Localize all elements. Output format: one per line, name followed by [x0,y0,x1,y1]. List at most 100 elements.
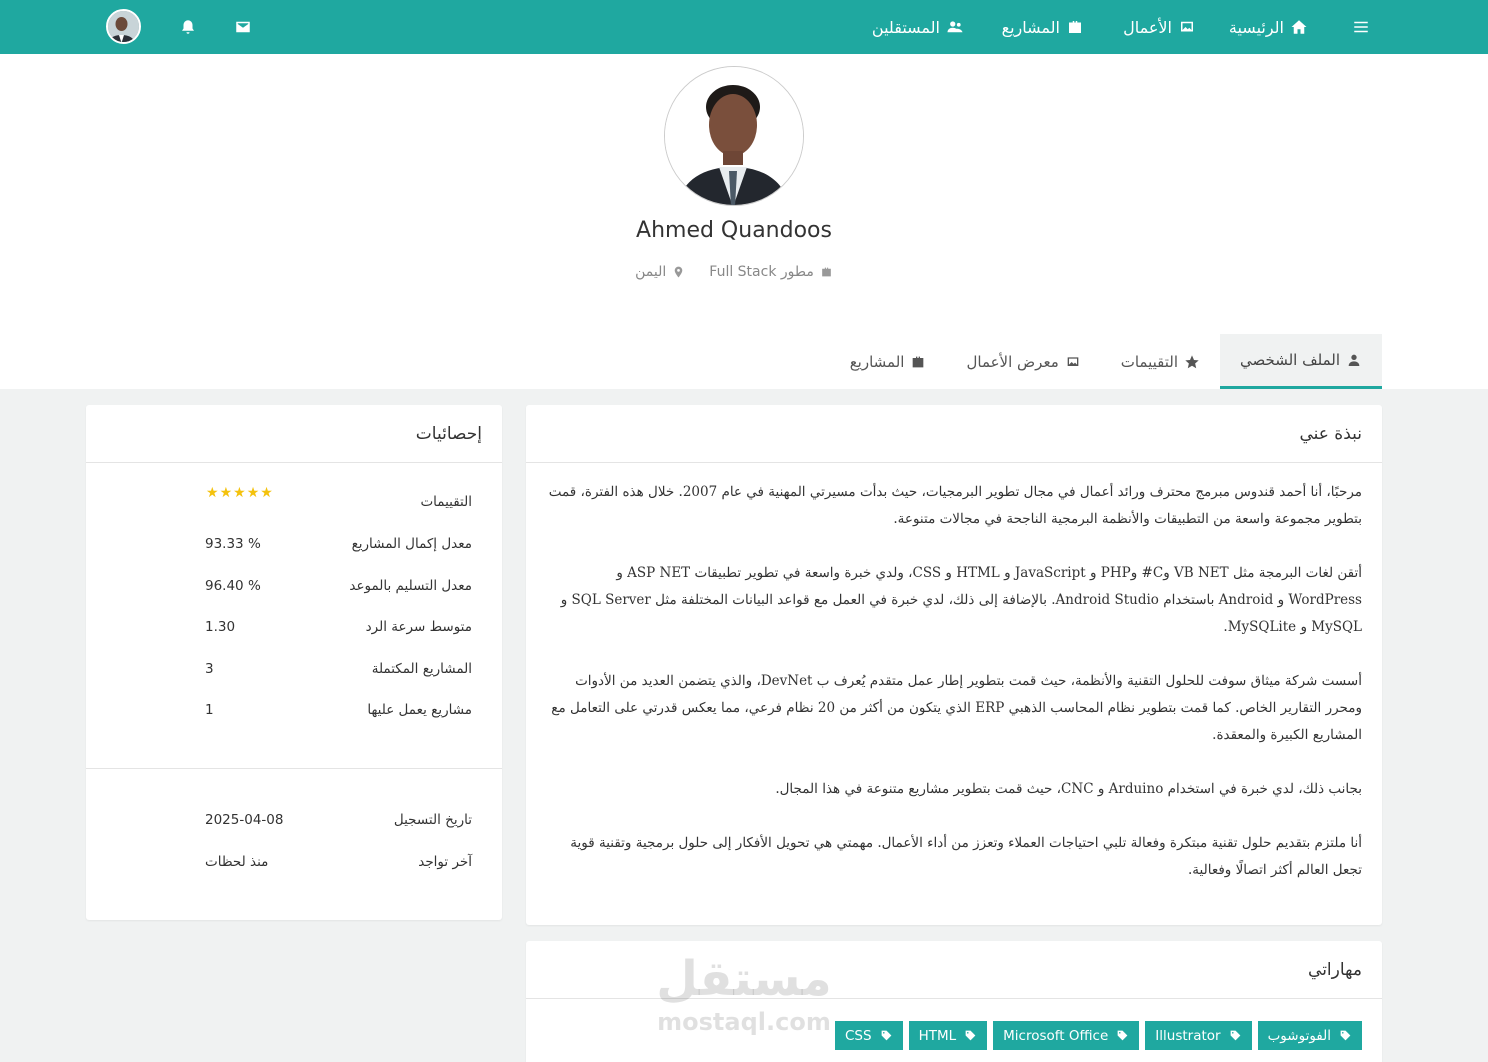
star-icon: ★ [260,485,274,501]
stat-last-seen: آخر تواجد منذ لحظات [205,854,472,874]
stats-title: إحصائيات [86,405,502,463]
notifications-button[interactable] [179,0,197,54]
tab-profile[interactable]: الملف الشخصي [1220,334,1382,389]
nav-projects[interactable]: المشاريع [1002,0,1084,54]
skill-label: CSS [845,1027,872,1044]
skill-tag[interactable]: CSS [835,1021,903,1050]
stat-row: معدل التسليم بالموعد 96.40 % [205,578,472,598]
tab-reviews[interactable]: التقييمات [1101,334,1220,389]
nav-portfolio-label: الأعمال [1123,17,1172,37]
skill-label: Illustrator [1155,1027,1221,1044]
tab-projects[interactable]: المشاريع [830,334,947,389]
about-paragraph: مرحبًا، أنا أحمد قندوس مبرمج محترف ورائد… [548,484,1362,527]
about-title: نبذة عني [526,405,1382,463]
stat-value: 2025-04-08 [205,812,284,828]
nav-home[interactable]: الرئيسية [1229,0,1308,54]
tab-reviews-label: التقييمات [1120,352,1179,371]
star-icon: ★ [246,485,261,501]
profile-avatar [664,66,804,206]
skill-tag[interactable]: الفوتوشوب [1257,1021,1362,1050]
skill-label: Microsoft Office [1003,1027,1109,1044]
briefcase-icon [913,356,924,367]
stat-label: آخر تواجد [418,854,472,870]
hamburger-icon [1354,21,1368,33]
skill-list: الفوتوشوب Illustrator Microsoft Office H… [835,1021,1362,1050]
divider [86,768,502,769]
stat-value: 1 [205,702,214,718]
profile-meta: مطور Full Stack اليمن [0,264,1468,280]
profile-location-label: اليمن [635,264,667,280]
avatar-image [108,11,139,42]
stat-row: المشاريع المكتملة 3 [205,661,472,681]
stat-row: مشاريع يعمل عليها 1 [205,702,472,722]
skill-tag[interactable]: HTML [908,1021,988,1050]
tag-icon [1230,1030,1240,1041]
profile-header: Ahmed Quandoos مطور Full Stack اليمن الم… [0,54,1488,389]
about-body: مرحبًا، أنا أحمد قندوس مبرمج محترف ورائد… [526,463,1382,884]
star-icon: ★ [219,485,234,501]
tag-icon [881,1030,891,1041]
user-icon [1348,354,1360,366]
skill-label: HTML [918,1027,957,1044]
stat-label: المشاريع المكتملة [371,661,472,677]
profile-photo [665,67,803,205]
stat-label: مشاريع يعمل عليها [367,702,472,718]
star-icon: ★ [233,485,247,501]
stat-row: معدل إكمال المشاريع 93.33 % [205,536,472,556]
stats-card: إحصائيات التقييمات ★★★★★ معدل إكمال المش… [86,405,502,920]
tag-icon [965,1030,976,1041]
menu-button[interactable] [1352,0,1370,54]
stat-label: معدل إكمال المشاريع [351,536,472,552]
map-marker-icon [674,266,683,278]
nav-portfolio[interactable]: الأعمال [1123,0,1196,54]
nav-home-label: الرئيسية [1228,17,1284,37]
about-paragraph: أتقن لغات البرمجة مثل VB NET وC# وPHP و … [560,565,1362,635]
nav-freelancers-label: المستقلين [871,17,940,37]
stat-value: 3 [205,661,214,677]
profile-job-label: مطور Full Stack [709,264,814,280]
stat-label: متوسط سرعة الرد [365,619,472,635]
messages-button[interactable] [234,0,252,54]
bell-icon [182,20,194,34]
stat-value: 93.33 % [205,536,261,552]
profile-location: اليمن [635,264,685,280]
top-navbar: الرئيسية الأعمال المشاريع المستقلين [0,0,1488,54]
about-paragraph: بجانب ذلك، لدي خبرة في استخدام Arduino و… [775,781,1362,797]
home-icon [1291,20,1307,34]
stat-value: 96.40 % [205,578,261,594]
skills-card: مهاراتي الفوتوشوب Illustrator Microsoft … [526,941,1382,1062]
profile-tabs: الملف الشخصي التقييمات معرض الأعمال المش… [830,334,1382,389]
users-icon [947,21,963,33]
stat-value: 1.30 [205,619,236,635]
stat-label: التقييمات [420,494,472,510]
star-icon [1185,354,1199,368]
skill-tag[interactable]: Microsoft Office [993,1021,1140,1050]
envelope-icon [236,21,250,33]
briefcase-icon [1069,21,1081,33]
user-avatar[interactable] [106,9,141,44]
star-icon: ★ [206,485,220,501]
stat-label: معدل التسليم بالموعد [349,578,472,594]
about-paragraph: أنا ملتزم بتقديم حلول تقنية مبتكرة وفعال… [570,835,1362,878]
nav-projects-label: المشاريع [1001,17,1060,37]
images-icon [1181,21,1193,32]
skill-tag[interactable]: Illustrator [1145,1021,1252,1050]
tab-profile-label: الملف الشخصي [1240,351,1340,369]
skill-label: الفوتوشوب [1267,1027,1331,1044]
stat-label: تاريخ التسجيل [393,812,472,828]
profile-name: Ahmed Quandoos [636,218,832,243]
rating-stars: ★★★★★ [206,485,274,501]
tag-icon [1117,1030,1128,1041]
tag-icon [1340,1030,1351,1041]
tab-portfolio-label: معرض الأعمال [966,352,1059,371]
briefcase-icon [822,267,831,277]
profile-job: مطور Full Stack [709,264,833,280]
about-card: نبذة عني مرحبًا، أنا أحمد قندوس مبرمج مح… [526,405,1382,925]
tab-projects-label: المشاريع [849,352,905,371]
stat-row: متوسط سرعة الرد 1.30 [205,619,472,639]
tab-portfolio[interactable]: معرض الأعمال [946,334,1100,389]
stat-registered: تاريخ التسجيل 2025-04-08 [205,812,472,832]
nav-freelancers[interactable]: المستقلين [872,0,964,54]
about-paragraph: أسست شركة ميثاق سوفت للحلول التقنية والأ… [551,673,1362,743]
skills-title: مهاراتي [526,941,1382,999]
